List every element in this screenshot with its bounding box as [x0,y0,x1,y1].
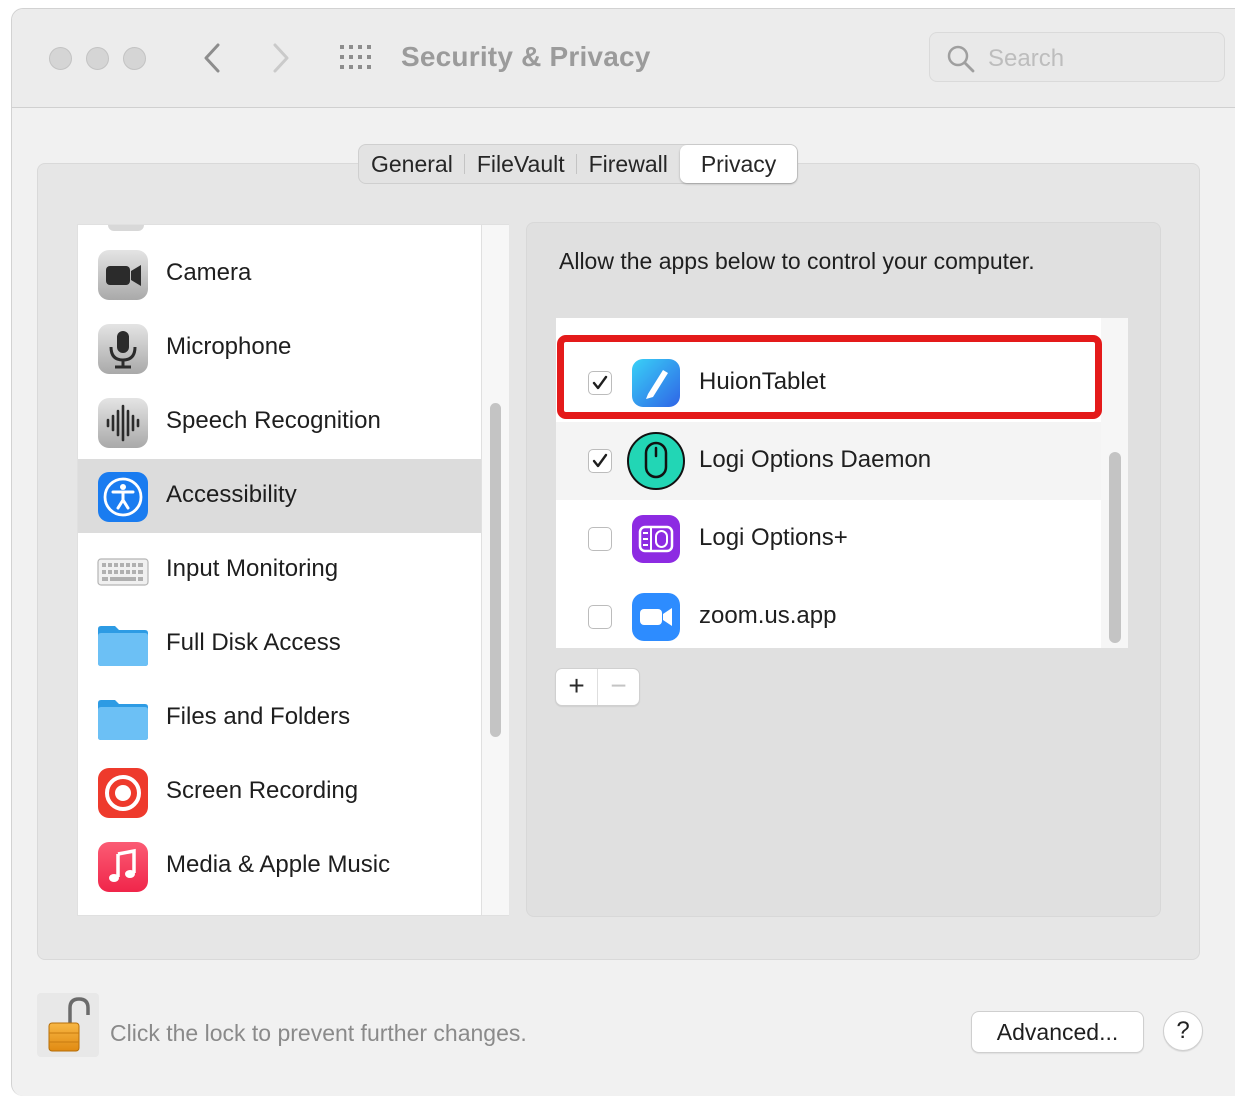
grid-icon [340,45,371,69]
app-row-zoom[interactable]: zoom.us.app [556,578,1101,648]
search-placeholder: Search [988,45,1065,72]
sidebar-item-label: Accessibility [166,481,297,508]
folder-icon [98,626,148,666]
sidebar-item-screen-recording[interactable]: Screen Recording [78,755,481,829]
tab-bar: General FileVault Firewall Privacy [358,144,799,184]
add-app-button[interactable]: + [556,669,597,705]
zoom-window-button[interactable] [123,47,146,70]
accessibility-icon [98,472,148,522]
help-button[interactable]: ? [1163,1011,1203,1051]
sidebar-item-label: Full Disk Access [166,629,341,656]
checkmark-icon [592,453,608,468]
zoom-video-icon [632,593,680,641]
add-remove-control: + − [555,668,640,706]
detail-description: Allow the apps below to control your com… [559,248,1035,274]
microphone-icon [98,324,148,374]
privacy-category-list[interactable]: Camera Microphone Speech Recognition Acc… [77,224,482,916]
app-name: Logi Options+ [699,524,848,551]
sidebar-item-microphone[interactable]: Microphone [78,311,481,385]
window-title: Security & Privacy [401,41,651,72]
sidebar-item-camera[interactable]: Camera [78,237,481,311]
remove-app-button[interactable]: − [597,669,639,705]
sidebar-item-input-monitoring[interactable]: Input Monitoring [78,533,481,607]
close-window-button[interactable] [49,47,72,70]
logi-options-plus-icon [632,515,680,563]
minimize-window-button[interactable] [86,47,109,70]
chevron-right-icon [273,43,289,73]
app-name: zoom.us.app [699,602,837,629]
app-checkbox-zoom[interactable] [588,605,612,629]
sidebar-item-media-apple-music[interactable]: Media & Apple Music [78,829,481,903]
app-row-logi-options-daemon[interactable]: Logi Options Daemon [556,422,1101,500]
waveform-icon [98,398,148,448]
keyboard-icon [97,558,149,586]
tab-privacy[interactable]: Privacy [679,145,798,183]
tab-filevault[interactable]: FileVault [465,145,577,183]
highlight-annotation [557,335,1102,419]
sidebar-item-label: Media & Apple Music [166,851,391,878]
title-bar: Security & Privacy Search [12,9,1235,108]
sidebar-item-full-disk-access[interactable]: Full Disk Access [78,607,481,681]
sidebar-item-label: Microphone [166,333,292,360]
app-list-scroll-thumb[interactable] [1109,452,1121,643]
sidebar-item-label: Screen Recording [166,777,359,804]
forward-button[interactable] [265,39,295,77]
lock-icon[interactable] [37,993,99,1057]
camera-icon [98,250,148,300]
sidebar-item-files-and-folders[interactable]: Files and Folders [78,681,481,755]
sidebar-scrollbar[interactable] [482,224,509,916]
search-icon [947,45,975,73]
sidebar-item-label: Files and Folders [166,703,351,730]
sidebar-item-label: Input Monitoring [166,555,339,582]
sidebar-item-speech-recognition[interactable]: Speech Recognition [78,385,481,459]
logi-mouse-icon [627,432,685,490]
advanced-button[interactable]: Advanced... [971,1011,1144,1053]
app-checkbox-logi-options-plus[interactable] [588,527,612,551]
screen-recording-icon [98,768,148,818]
chevron-left-icon [204,43,220,73]
app-checkbox-logi-options-daemon[interactable] [588,449,612,473]
sidebar-item-accessibility[interactable]: Accessibility [78,459,481,533]
app-list-scrollbar[interactable] [1101,318,1128,648]
search-field[interactable]: Search [929,32,1225,82]
lock-message: Click the lock to prevent further change… [110,1020,527,1046]
sidebar-scroll-thumb[interactable] [490,403,501,737]
previous-item-edge [108,225,144,231]
back-button[interactable] [198,39,228,77]
music-note-icon [98,842,148,892]
tab-general[interactable]: General [359,145,465,183]
tab-firewall[interactable]: Firewall [577,145,680,183]
sidebar-item-label: Speech Recognition [166,407,381,434]
folder-icon [98,700,148,740]
app-row-logi-options-plus[interactable]: Logi Options+ [556,500,1101,578]
sidebar-item-label: Camera [166,259,252,286]
show-all-button[interactable] [338,43,374,73]
app-name: Logi Options Daemon [699,446,932,473]
